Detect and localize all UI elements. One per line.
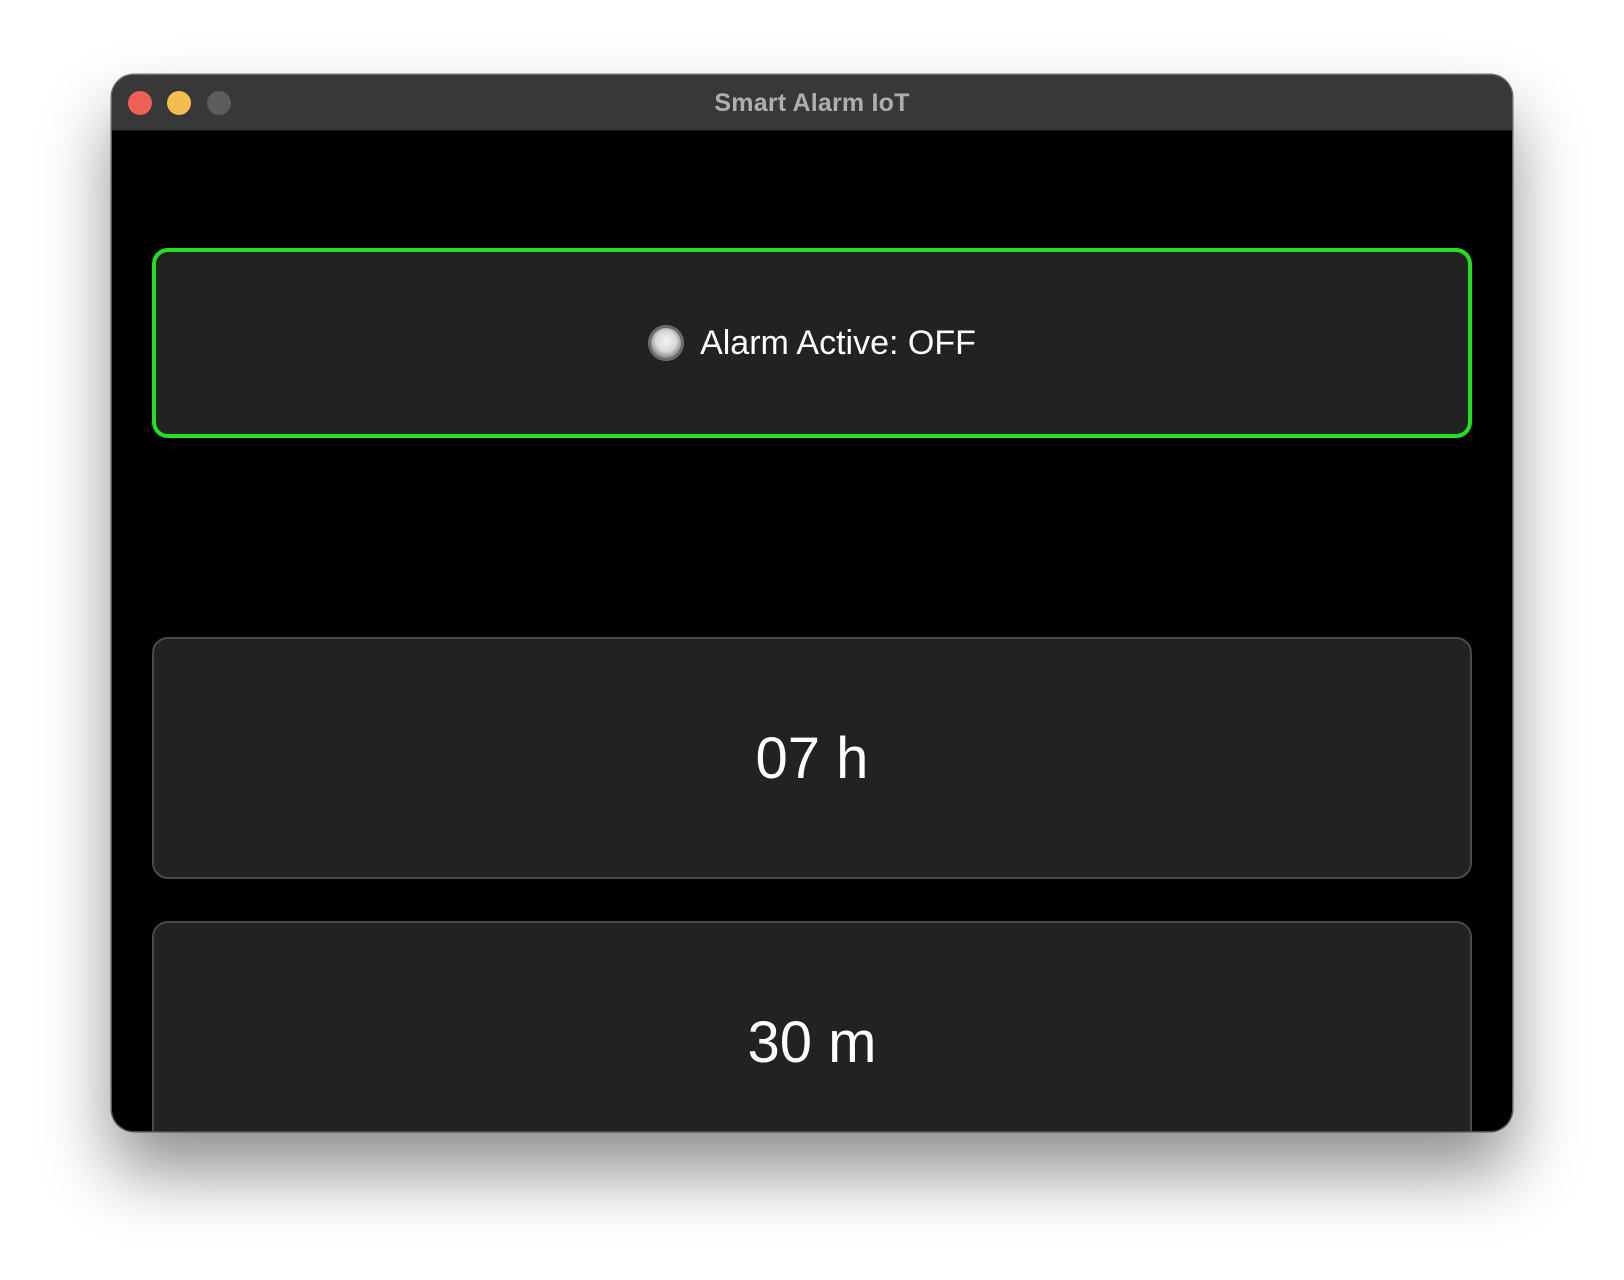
hours-value: 07 h [755, 725, 869, 791]
radio-button-icon[interactable] [648, 325, 685, 361]
alarm-active-label: Alarm Active: OFF [700, 323, 976, 362]
alarm-status-panel: Alarm Active: OFF [152, 248, 1472, 438]
title-bar[interactable]: Smart Alarm IoT [112, 75, 1512, 131]
alarm-active-toggle[interactable]: Alarm Active: OFF [648, 324, 976, 363]
main-content: Alarm Active: OFF 07 h 30 m [112, 131, 1512, 1131]
minutes-selector[interactable]: 30 m [152, 921, 1472, 1131]
window-title: Smart Alarm IoT [714, 89, 910, 117]
minutes-value: 30 m [747, 1009, 877, 1075]
app-window: Smart Alarm IoT Alarm Active: OFF 07 h 3… [112, 75, 1512, 1131]
hours-selector[interactable]: 07 h [152, 637, 1472, 879]
